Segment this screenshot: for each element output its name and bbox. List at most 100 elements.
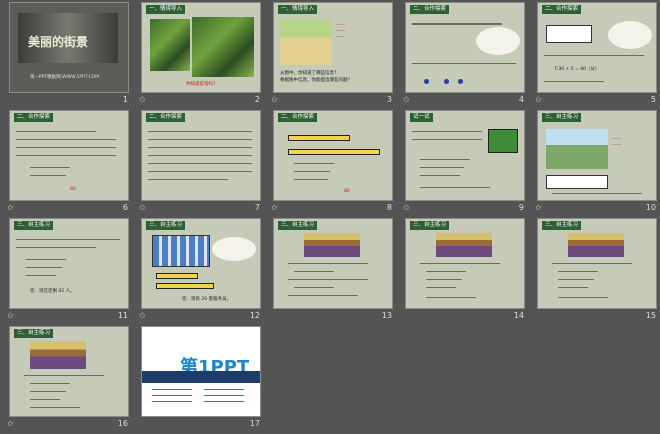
- slide-thumb-4[interactable]: 二、合作探索 ✩ 4: [402, 2, 534, 110]
- slide-heading: 三、自主练习: [278, 221, 318, 230]
- slide-thumb-3[interactable]: 一、情境导入 —— —— —— 从图中，你知道了哪些信息？ 根据图中信息，你能提出哪…: [270, 2, 402, 110]
- illustration: [30, 341, 86, 369]
- bar-diagram: [288, 149, 380, 155]
- slide-canvas: 三、自主练习: [9, 326, 129, 417]
- slide-number: 17: [249, 419, 260, 428]
- slide-heading: 一、情境导入: [278, 5, 318, 14]
- slide-thumb-7[interactable]: 二、合作探索 ✩ 7: [138, 110, 270, 218]
- star-icon: ✩: [139, 311, 146, 320]
- slide-number: 7: [254, 203, 260, 212]
- slide-thumb-6[interactable]: 二、合作探索 80 ✩ 6: [6, 110, 138, 218]
- illustration: [280, 19, 332, 65]
- slide-canvas: 三、自主练习 答：现在还剩 42 人。: [9, 218, 129, 309]
- bar-diagram: [156, 283, 214, 289]
- slide-thumb-9[interactable]: 试一试 ✩ 9: [402, 110, 534, 218]
- table: [546, 25, 592, 43]
- table: [546, 175, 608, 189]
- speech-bubble: [212, 237, 256, 261]
- slide-canvas: 二、合作探索 80: [273, 110, 393, 201]
- answer-text: 答：现有 20 套服务员。: [182, 297, 232, 302]
- slide-heading: 二、合作探索: [542, 5, 582, 14]
- star-icon: ✩: [7, 203, 14, 212]
- star-icon: ✩: [139, 95, 146, 104]
- highlight-value: 80: [344, 189, 350, 194]
- slide-thumb-12[interactable]: 三、自主练习 答：现有 20 套服务员。 ✩ 12: [138, 218, 270, 326]
- slide-number: 16: [117, 419, 128, 428]
- slide-heading: 二、合作探索: [146, 113, 186, 122]
- slide-thumb-16[interactable]: 三、自主练习 ✩ 16: [6, 326, 138, 434]
- slide-number: 13: [381, 311, 392, 320]
- slide-heading: 三、自主练习: [14, 221, 54, 230]
- dot-icon: [444, 79, 449, 84]
- slide-number: 3: [386, 95, 392, 104]
- photo-tree: [150, 19, 190, 71]
- slide-canvas: 三、自主练习: [405, 218, 525, 309]
- answer-text: 答：现在还剩 42 人。: [30, 289, 75, 294]
- building-illustration: [152, 235, 210, 267]
- slide-canvas: 一、情境导入 —— —— —— 从图中，你知道了哪些信息？ 根据图中信息，你能提出哪…: [273, 2, 393, 93]
- slide-number: 1: [122, 95, 128, 104]
- slide-thumb-11[interactable]: 三、自主练习 答：现在还剩 42 人。 ✩ 11: [6, 218, 138, 326]
- star-icon: ✩: [7, 311, 14, 320]
- slide-thumb-15[interactable]: 三、自主练习 15: [534, 218, 660, 326]
- slide-thumb-2[interactable]: 一、情境导入 你知道是啥吗？ ✩ 2: [138, 2, 270, 110]
- slide-heading: 二、合作探索: [14, 113, 54, 122]
- slide-thumb-14[interactable]: 三、自主练习 14: [402, 218, 534, 326]
- slide-heading: 试一试: [410, 113, 433, 122]
- star-icon: ✩: [7, 419, 14, 428]
- slide-thumb-17[interactable]: 第1PPT 17: [138, 326, 270, 434]
- illustration: [436, 233, 492, 257]
- slide-number: 2: [254, 95, 260, 104]
- illustration: [304, 233, 360, 257]
- bar-diagram: [156, 273, 198, 279]
- star-icon: ✩: [271, 203, 278, 212]
- bar-diagram: [288, 135, 350, 141]
- slide-number: 12: [249, 311, 260, 320]
- slide-number: 10: [645, 203, 656, 212]
- slide-subtitle: 第一PPT模板网-WWW.1PPT.COM: [30, 75, 100, 80]
- star-icon: ✩: [403, 203, 410, 212]
- star-icon: ✩: [535, 95, 542, 104]
- slide-heading: 三、自主练习: [410, 221, 450, 230]
- slide-thumb-5[interactable]: 二、合作探索 7:30 + 5 = 80（分） ✩ 5: [534, 2, 660, 110]
- note-text: —— ——: [612, 137, 621, 148]
- slide-thumb-13[interactable]: 三、自主练习 13: [270, 218, 402, 326]
- slide-canvas: 第1PPT: [141, 326, 261, 417]
- box-illustration: [488, 129, 518, 153]
- slide-heading: 三、自主练习: [14, 329, 54, 338]
- photo-plants: [192, 17, 254, 77]
- link-bar: [142, 371, 260, 383]
- slide-canvas: 二、合作探索 7:30 + 5 = 80（分）: [537, 2, 657, 93]
- slide-number: 14: [513, 311, 524, 320]
- slide-canvas: 美丽的街景 第一PPT模板网-WWW.1PPT.COM: [9, 2, 129, 93]
- slide-number: 9: [518, 203, 524, 212]
- caption: 你知道是啥吗？: [186, 82, 218, 87]
- illustration: [546, 129, 608, 169]
- star-icon: ✩: [271, 95, 278, 104]
- slide-title: 美丽的街景: [28, 35, 89, 49]
- slide-number: 4: [518, 95, 524, 104]
- dot-icon: [424, 79, 429, 84]
- slide-canvas: 一、情境导入 你知道是啥吗？: [141, 2, 261, 93]
- slide-number: 15: [645, 311, 656, 320]
- slide-canvas: 三、自主练习 —— ——: [537, 110, 657, 201]
- illustration: [568, 233, 624, 257]
- slide-canvas: 三、自主练习 答：现有 20 套服务员。: [141, 218, 261, 309]
- slide-thumb-8[interactable]: 二、合作探索 80 ✩ 8: [270, 110, 402, 218]
- dot-icon: [458, 79, 463, 84]
- equation: 7:30 + 5 = 80（分）: [554, 67, 600, 72]
- speech-bubble: [608, 21, 652, 49]
- question-2: 根据图中信息，你能提出哪些问题？: [280, 78, 352, 83]
- slide-canvas: 三、自主练习: [273, 218, 393, 309]
- slide-canvas: 三、自主练习: [537, 218, 657, 309]
- slide-canvas: 试一试: [405, 110, 525, 201]
- slide-heading: 二、合作探索: [410, 5, 450, 14]
- slide-thumb-1[interactable]: 美丽的街景 第一PPT模板网-WWW.1PPT.COM 1: [6, 2, 138, 110]
- slide-heading: 二、合作探索: [278, 113, 318, 122]
- slide-thumb-10[interactable]: 三、自主练习 —— —— ✩ 10: [534, 110, 660, 218]
- slide-number: 6: [122, 203, 128, 212]
- slide-number: 8: [386, 203, 392, 212]
- slide-canvas: 二、合作探索 80: [9, 110, 129, 201]
- star-icon: ✩: [535, 203, 542, 212]
- slide-heading: 三、自主练习: [542, 221, 582, 230]
